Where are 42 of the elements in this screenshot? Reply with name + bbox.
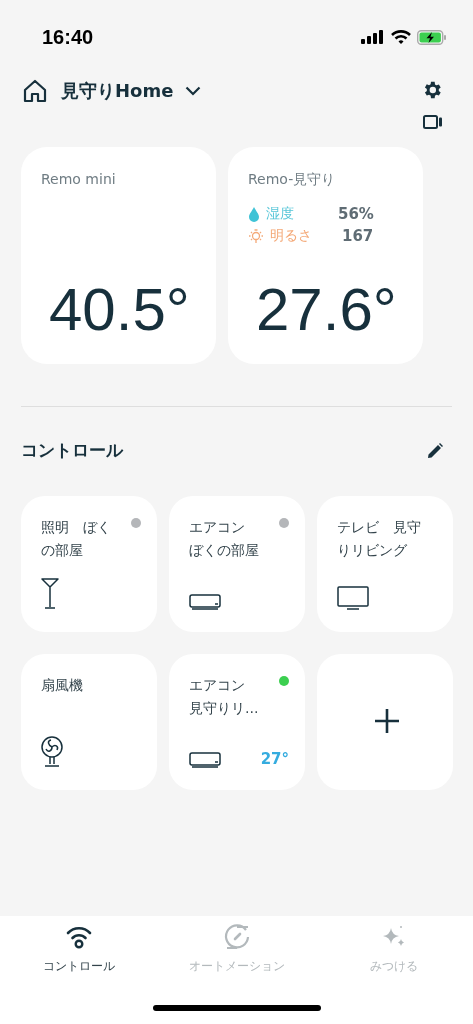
device-name: テレビ 見守 りリビング <box>337 518 421 560</box>
sensor-name: Remo-見守り <box>248 171 337 189</box>
reading-value: 167 <box>342 227 374 245</box>
sensor-card[interactable]: Remo-見守り 湿度 56% 明るさ 167 27.6° <box>228 147 423 364</box>
air-conditioner-icon <box>189 594 221 610</box>
device-tile[interactable]: エアコン ぼくの部屋 <box>169 496 305 632</box>
device-name: エアコン 見守りリ… <box>189 676 259 718</box>
device-name: 扇風機 <box>41 676 83 695</box>
plus-icon <box>374 708 400 734</box>
fan-icon <box>41 736 63 768</box>
light-bulb-icon <box>248 228 264 244</box>
section-title: コントロール <box>21 439 123 462</box>
reading-label: 明るさ <box>270 227 313 245</box>
reading-value: 56% <box>338 205 374 223</box>
device-tile[interactable]: 扇風機 <box>21 654 157 790</box>
video-camera-icon[interactable] <box>423 115 443 129</box>
signal-icon <box>361 30 385 44</box>
device-tile[interactable]: エアコン 見守りリ… 27° <box>169 654 305 790</box>
device-tile[interactable]: 照明 ぼく の部屋 <box>21 496 157 632</box>
home-icon[interactable] <box>23 79 47 103</box>
chevron-down-icon <box>185 86 202 96</box>
floor-lamp-icon <box>41 578 59 610</box>
air-conditioner-icon <box>189 752 221 768</box>
temperature-setting: 27° <box>260 750 289 768</box>
reading-label: 湿度 <box>266 205 295 223</box>
device-name: 照明 ぼく の部屋 <box>41 518 111 560</box>
temperature-reading: 27.6° <box>256 280 398 340</box>
edit-icon[interactable] <box>427 442 443 459</box>
status-time: 16:40 <box>42 25 94 49</box>
device-name: エアコン ぼくの部屋 <box>189 518 259 560</box>
water-drop-icon <box>248 206 260 222</box>
device-tile[interactable]: テレビ 見守 りリビング <box>317 496 453 632</box>
television-icon <box>337 586 369 610</box>
temperature-reading: 40.5° <box>49 280 191 340</box>
home-selector[interactable]: 見守りHome <box>61 79 202 103</box>
tab[interactable]: コントロール <box>0 924 158 986</box>
battery-icon <box>417 29 447 45</box>
sensor-card[interactable]: Remo mini 40.5° <box>21 147 216 364</box>
wifi-icon <box>64 924 93 950</box>
sensor-name: Remo mini <box>41 171 117 187</box>
wifi-icon <box>391 30 411 44</box>
gauge-icon <box>222 924 251 950</box>
